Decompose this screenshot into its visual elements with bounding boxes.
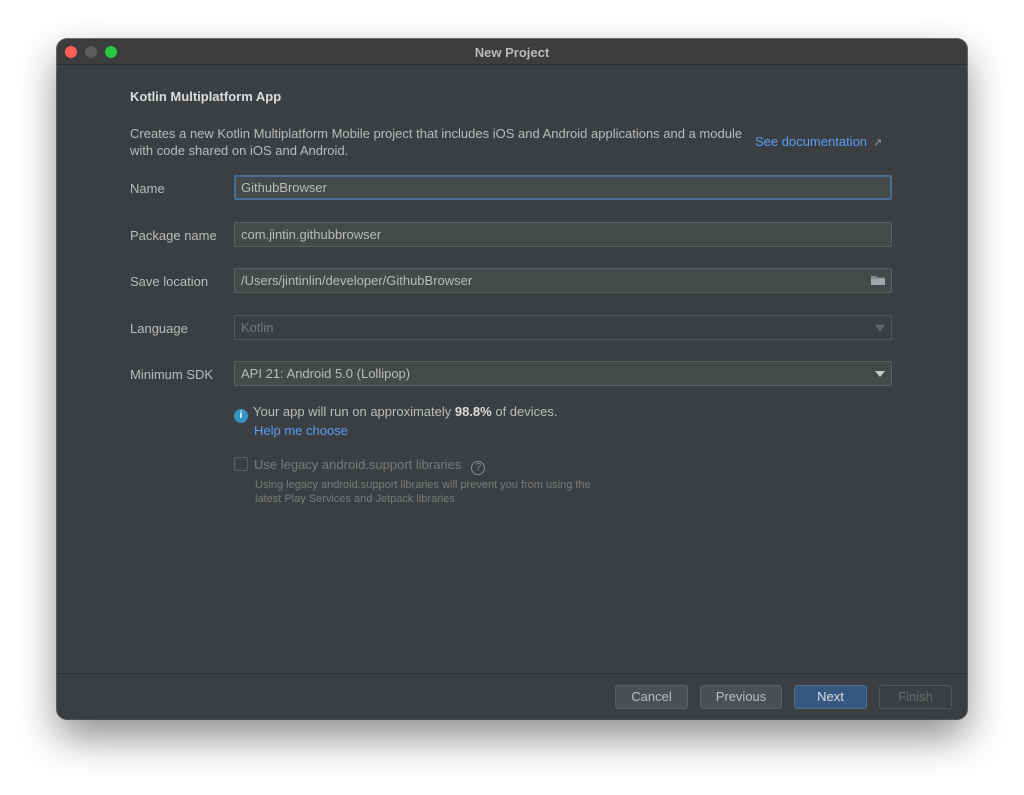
package-name-input[interactable]: com.jintin.githubbrowser xyxy=(234,222,892,247)
coverage-percent: 98.8% xyxy=(454,404,492,419)
help-me-choose-link[interactable]: Help me choose xyxy=(254,423,348,438)
window-title: New Project xyxy=(474,45,550,60)
see-documentation-link[interactable]: See documentation ↗ xyxy=(755,134,882,149)
folder-icon[interactable] xyxy=(870,274,886,286)
template-title: Kotlin Multiplatform App xyxy=(130,89,282,104)
legacy-support-label: Use legacy android.support libraries xyxy=(254,457,462,472)
dialog-footer: Cancel Previous Next Finish xyxy=(57,673,967,719)
title-bar: New Project xyxy=(57,39,967,65)
minimum-sdk-dropdown[interactable]: API 21: Android 5.0 (Lollipop) xyxy=(234,361,892,386)
minimum-sdk-label: Minimum SDK xyxy=(130,367,214,382)
previous-button[interactable]: Previous xyxy=(700,685,782,709)
legacy-support-checkbox xyxy=(234,457,248,471)
finish-button: Finish xyxy=(879,685,952,709)
cancel-button[interactable]: Cancel xyxy=(615,685,688,709)
see-documentation-label: See documentation xyxy=(755,134,868,149)
name-label: Name xyxy=(130,181,165,196)
language-value: Kotlin xyxy=(241,320,274,335)
legacy-support-option: Use legacy android.support libraries? xyxy=(234,457,486,475)
external-link-icon: ↗ xyxy=(873,137,883,149)
new-project-dialog: New Project Kotlin Multiplatform App Cre… xyxy=(57,39,967,719)
language-label: Language xyxy=(130,321,188,336)
legacy-support-description: Using legacy android.support libraries w… xyxy=(255,479,591,505)
minimum-sdk-value: API 21: Android 5.0 (Lollipop) xyxy=(241,366,411,381)
next-button[interactable]: Next xyxy=(794,685,867,709)
chevron-down-icon xyxy=(875,325,885,331)
device-coverage-info: i Your app will run on approximately 98.8… xyxy=(234,404,558,423)
language-dropdown: Kotlin xyxy=(234,315,892,340)
help-icon[interactable]: ? xyxy=(471,461,486,475)
save-location-input[interactable]: /Users/jintinlin/developer/GithubBrowser xyxy=(234,268,892,293)
coverage-prefix: Your app will run on approximately xyxy=(253,404,455,419)
chevron-down-icon[interactable] xyxy=(875,371,885,377)
save-location-value: /Users/jintinlin/developer/GithubBrowser xyxy=(241,273,473,288)
save-location-label: Save location xyxy=(130,274,209,289)
package-name-label: Package name xyxy=(130,228,217,243)
info-icon: i xyxy=(234,409,248,423)
template-description: Creates a new Kotlin Multiplatform Mobil… xyxy=(130,126,743,158)
coverage-suffix: of devices. xyxy=(491,404,558,419)
name-input[interactable]: GithubBrowser xyxy=(234,175,892,200)
